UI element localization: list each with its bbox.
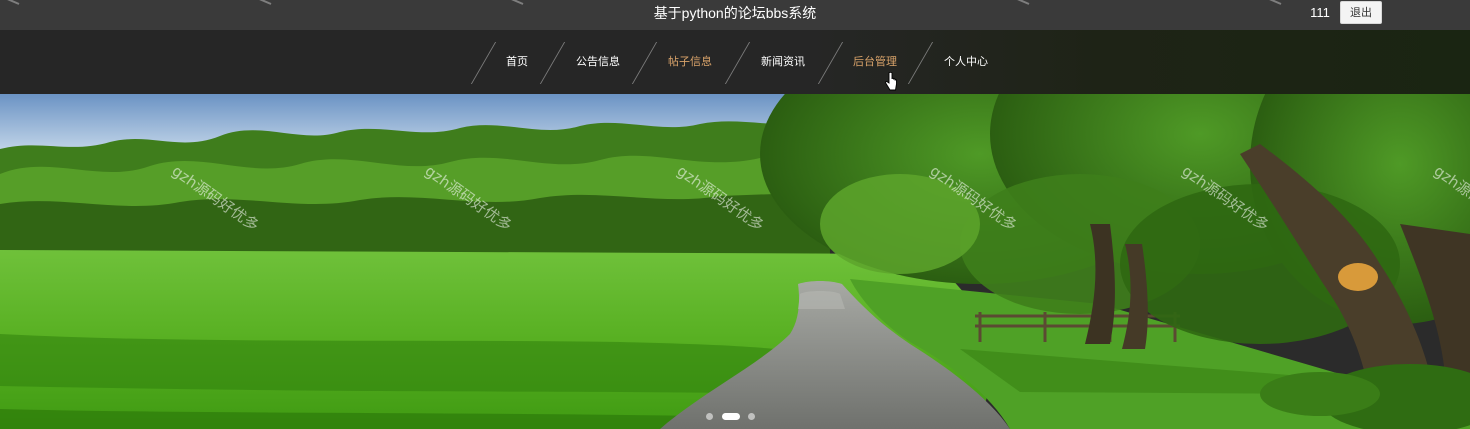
username-label: 111 <box>1310 5 1330 20</box>
watermark-fragment-icon <box>7 0 20 5</box>
carousel-dot-active[interactable] <box>722 413 740 420</box>
watermark-fragment-icon <box>1269 0 1282 5</box>
nav-item-admin[interactable]: 后台管理 <box>847 53 903 71</box>
watermark-fragment-icon <box>1017 0 1030 5</box>
nav-divider <box>470 42 497 84</box>
nav-item-profile[interactable]: 个人中心 <box>938 53 994 71</box>
carousel-dot[interactable] <box>706 413 713 420</box>
watermark-fragment-icon <box>511 0 524 5</box>
top-bar: 基于python的论坛bbs系统 111 退出 <box>0 0 1470 30</box>
nav-item-announcements[interactable]: 公告信息 <box>570 53 626 71</box>
nav-item-home[interactable]: 首页 <box>500 53 534 71</box>
hero-banner <box>0 94 1470 429</box>
main-navigation: 首页 公告信息 帖子信息 新闻资讯 后台管理 个人中心 <box>0 30 1470 94</box>
logout-button[interactable]: 退出 <box>1340 1 1382 24</box>
nav-item-posts[interactable]: 帖子信息 <box>662 53 718 71</box>
nav-divider <box>631 42 658 84</box>
watermark-fragment-icon <box>259 0 272 5</box>
nav-divider <box>907 42 934 84</box>
page: 基于python的论坛bbs系统 111 退出 首页 公告信息 帖子信息 新闻资… <box>0 0 1470 429</box>
nav-item-news[interactable]: 新闻资讯 <box>755 53 811 71</box>
nav-divider <box>539 42 566 84</box>
nav-divider <box>724 42 751 84</box>
carousel-dot[interactable] <box>748 413 755 420</box>
pointer-cursor-icon <box>885 72 897 91</box>
nav-divider <box>817 42 844 84</box>
site-title: 基于python的论坛bbs系统 <box>653 5 817 21</box>
landscape-image <box>0 94 1470 429</box>
